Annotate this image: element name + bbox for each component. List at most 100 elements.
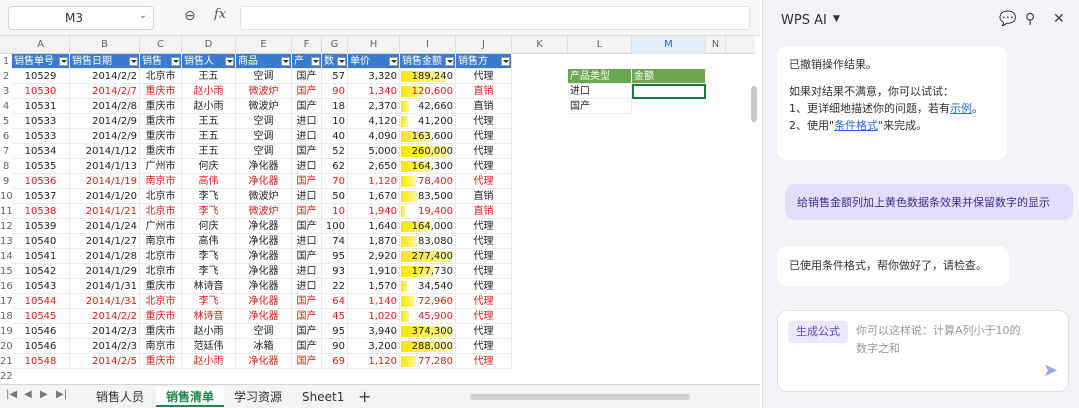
tab-sales-staff[interactable]: 销售人员 [86, 387, 154, 407]
filter-dropdown-icon[interactable] [129, 57, 138, 66]
cell-product[interactable]: 空调 [236, 114, 292, 129]
cell-order-id[interactable]: 10541 [12, 249, 70, 264]
selected-cell[interactable] [632, 84, 706, 99]
cell-price[interactable]: 1,140 [348, 294, 400, 309]
column-header-m[interactable]: M [632, 36, 706, 54]
column-header-d[interactable]: D [182, 36, 236, 54]
table-header-cell[interactable]: 销售人 [182, 54, 236, 69]
cell-city[interactable]: 北京市 [140, 294, 182, 309]
cell-origin[interactable]: 进口 [292, 159, 322, 174]
row-header-19[interactable]: 19 [0, 324, 13, 339]
row-header-4[interactable]: 4 [0, 99, 12, 114]
cell-date[interactable]: 2014/1/24 [70, 219, 140, 234]
cell-date[interactable]: 2014/2/3 [70, 324, 140, 339]
cell-sales-method[interactable]: 代理 [456, 324, 512, 339]
cell-quantity[interactable]: 90 [322, 84, 348, 99]
column-header-k[interactable]: K [512, 36, 568, 54]
cell-date[interactable]: 2014/2/9 [70, 114, 140, 129]
cell-salesperson[interactable]: 高伟 [182, 174, 236, 189]
cell-city[interactable]: 北京市 [140, 204, 182, 219]
column-header-e[interactable]: E [236, 36, 292, 54]
column-header-i[interactable]: I [400, 36, 456, 54]
cell-order-id[interactable]: 10534 [12, 144, 70, 159]
cell-amount[interactable]: 77,280 [400, 354, 456, 369]
cell-date[interactable]: 2014/1/31 [70, 294, 140, 309]
cell-order-id[interactable]: 10537 [12, 189, 70, 204]
cell-date[interactable]: 2014/1/12 [70, 144, 140, 159]
vertical-scrollbar[interactable] [751, 86, 757, 122]
cell-product[interactable]: 净化器 [236, 219, 292, 234]
filter-dropdown-icon[interactable] [225, 57, 234, 66]
row-header-18[interactable]: 18 [0, 309, 13, 324]
horizontal-scrollbar[interactable] [470, 394, 690, 400]
cell-origin[interactable]: 国产 [292, 69, 322, 84]
cell-price[interactable]: 1,870 [348, 234, 400, 249]
cell-quantity[interactable]: 70 [322, 174, 348, 189]
first-sheet-icon[interactable]: |◀ [6, 389, 17, 400]
cell-product[interactable]: 空调 [236, 69, 292, 84]
column-header-f[interactable]: F [292, 36, 322, 54]
cell-amount[interactable]: 78,400 [400, 174, 456, 189]
cell-order-id[interactable]: 10535 [12, 159, 70, 174]
cell-quantity[interactable]: 95 [322, 249, 348, 264]
cell-amount[interactable]: 260,000 [400, 144, 456, 159]
cell-city[interactable]: 南京市 [140, 234, 182, 249]
cell-salesperson[interactable]: 高伟 [182, 234, 236, 249]
cell-sales-method[interactable]: 代理 [456, 294, 512, 309]
summary-header-type[interactable]: 产品类型 [568, 69, 632, 84]
cell-price[interactable]: 2,650 [348, 159, 400, 174]
cell-origin[interactable]: 国产 [292, 354, 322, 369]
cell-date[interactable]: 2014/1/27 [70, 234, 140, 249]
cell-amount[interactable]: 177,730 [400, 264, 456, 279]
column-header-n[interactable]: N [706, 36, 726, 54]
tab-learning-resources[interactable]: 学习资源 [224, 387, 292, 407]
cell-amount[interactable]: 164,300 [400, 159, 456, 174]
cell-sales-method[interactable]: 直销 [456, 189, 512, 204]
last-sheet-icon[interactable]: ▶| [56, 389, 67, 400]
cell-price[interactable]: 1,340 [348, 84, 400, 99]
cell-amount[interactable]: 72,960 [400, 294, 456, 309]
cell-order-id[interactable]: 10536 [12, 174, 70, 189]
cell-date[interactable]: 2014/1/13 [70, 159, 140, 174]
row-header-16[interactable]: 16 [0, 279, 13, 294]
cell-salesperson[interactable]: 范廷伟 [182, 339, 236, 354]
cell-salesperson[interactable]: 李飞 [182, 249, 236, 264]
row-header-22[interactable]: 22 [0, 369, 13, 384]
cell-date[interactable]: 2014/2/8 [70, 99, 140, 114]
cell-product[interactable]: 微波炉 [236, 189, 292, 204]
cell-quantity[interactable]: 10 [322, 204, 348, 219]
row-header-6[interactable]: 6 [0, 129, 12, 144]
cell-quantity[interactable]: 10 [322, 114, 348, 129]
cell-city[interactable]: 南京市 [140, 339, 182, 354]
cell-date[interactable]: 2014/1/19 [70, 174, 140, 189]
row-header-2[interactable]: 2 [0, 69, 12, 84]
cell-order-id[interactable]: 10539 [12, 219, 70, 234]
cell-sales-method[interactable]: 代理 [456, 279, 512, 294]
cell-origin[interactable]: 国产 [292, 309, 322, 324]
cell-quantity[interactable]: 93 [322, 264, 348, 279]
cell-quantity[interactable]: 95 [322, 324, 348, 339]
close-icon[interactable]: ✕ [1053, 11, 1065, 27]
cell-quantity[interactable]: 22 [322, 279, 348, 294]
row-header-17[interactable]: 17 [0, 294, 13, 309]
column-header-a[interactable]: A [12, 36, 70, 54]
cell-amount[interactable]: 374,300 [400, 324, 456, 339]
cell-product[interactable]: 冰箱 [236, 339, 292, 354]
cell-city[interactable]: 重庆市 [140, 324, 182, 339]
cell-sales-method[interactable]: 代理 [456, 129, 512, 144]
cell-order-id[interactable]: 10546 [12, 324, 70, 339]
cell-order-id[interactable]: 10544 [12, 294, 70, 309]
row-header-14[interactable]: 14 [0, 249, 13, 264]
cell-amount[interactable]: 41,200 [400, 114, 456, 129]
row-header-3[interactable]: 3 [0, 84, 12, 99]
cell-sales-method[interactable]: 代理 [456, 264, 512, 279]
cell-origin[interactable]: 进口 [292, 129, 322, 144]
table-header-cell[interactable]: 数 [322, 54, 348, 69]
filter-dropdown-icon[interactable] [501, 57, 510, 66]
cell-salesperson[interactable]: 王五 [182, 114, 236, 129]
cell-city[interactable]: 北京市 [140, 264, 182, 279]
cell-product[interactable]: 净化器 [236, 249, 292, 264]
row-header-5[interactable]: 5 [0, 114, 12, 129]
cell-sales-method[interactable]: 代理 [456, 159, 512, 174]
cell-product[interactable]: 空调 [236, 144, 292, 159]
